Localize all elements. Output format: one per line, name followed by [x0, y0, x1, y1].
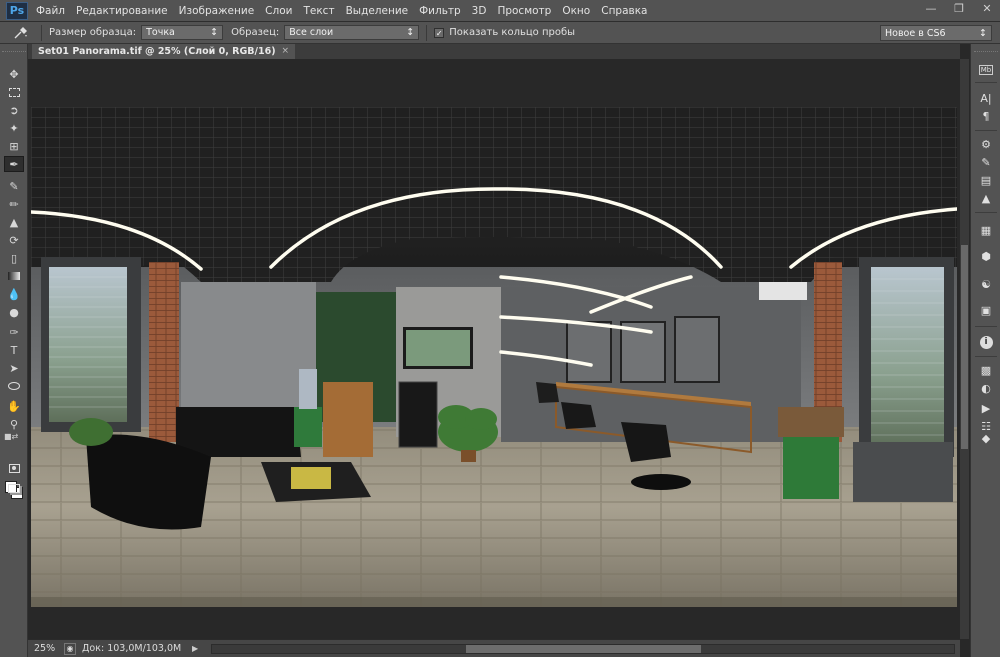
sample-size-label: Размер образца:	[49, 27, 137, 38]
sample-size-value: Точка	[146, 27, 175, 38]
hand-icon[interactable]: ✋	[4, 398, 24, 414]
properties-icon[interactable]: ▣	[977, 302, 995, 318]
options-bar: Размер образца: Точка ↕ Образец: Все сло…	[0, 22, 1000, 44]
clone-source-icon[interactable]: ▲	[977, 190, 995, 206]
divider	[41, 24, 42, 41]
dodge-icon[interactable]: ●	[4, 304, 24, 320]
menu-type[interactable]: Текст	[303, 5, 334, 17]
sample-value: Все слои	[289, 27, 334, 38]
chevron-updown-icon: ↕	[406, 27, 415, 38]
divider	[975, 82, 997, 83]
menu-view[interactable]: Просмотр	[497, 5, 551, 17]
close-tab-icon[interactable]: ×	[282, 44, 290, 59]
screen-mode-icon[interactable]	[4, 480, 24, 496]
default-colors-icon[interactable]: ■⇄	[4, 432, 18, 441]
chevron-updown-icon: ↕	[210, 27, 219, 38]
zoom-icon[interactable]: ⚲	[4, 416, 24, 432]
show-ring-checkbox[interactable]: ✓	[434, 27, 445, 38]
menu-select[interactable]: Выделение	[346, 5, 409, 17]
layers-icon[interactable]: ◆	[977, 430, 995, 446]
document-size: Док: 103,0M/103,0M	[82, 643, 182, 654]
horizontal-scrollbar-thumb[interactable]	[466, 645, 701, 653]
tool-preset-picker[interactable]	[8, 25, 34, 41]
ellipse-icon[interactable]	[4, 378, 24, 394]
3d-materials-icon[interactable]: ⬢	[977, 248, 995, 264]
menu-image[interactable]: Изображение	[179, 5, 255, 17]
clone-stamp-icon[interactable]: ▲	[4, 214, 24, 230]
quick-mask-icon[interactable]	[4, 460, 24, 476]
dock-grip[interactable]	[974, 46, 998, 52]
path-selection-icon[interactable]: ➤	[4, 360, 24, 376]
blur-icon[interactable]: 💧	[4, 286, 24, 302]
divider	[975, 326, 997, 327]
healing-brush-icon[interactable]: ✎	[4, 178, 24, 194]
divider	[975, 130, 997, 131]
status-bar: 25% ◉ Док: 103,0M/103,0M ▶	[28, 639, 960, 657]
adjustments-icon[interactable]: ⚙	[977, 136, 995, 152]
move-icon[interactable]: ✥	[4, 66, 24, 82]
divider	[975, 212, 997, 213]
menu-file[interactable]: Файл	[36, 5, 65, 17]
gradient-icon[interactable]	[4, 268, 24, 284]
workspace-value: Новое в CS6	[885, 27, 946, 39]
chevron-updown-icon: ↕	[979, 27, 987, 39]
zoom-level[interactable]: 25%	[28, 643, 58, 654]
photoshop-logo[interactable]: Ps	[6, 1, 28, 20]
menu-help[interactable]: Справка	[601, 5, 647, 17]
brush-presets-icon[interactable]: ✎	[977, 154, 995, 170]
divider	[975, 356, 997, 357]
proof-setup-icon[interactable]: ◉	[64, 642, 76, 655]
paragraph-icon[interactable]: ¶	[977, 108, 995, 124]
brush-icon[interactable]: ✏	[4, 196, 24, 212]
panorama-image[interactable]	[31, 107, 957, 607]
toolbox: ✥ ➲ ✦ ⊞ ✒ ✎ ✏ ▲ ⟳ ▯ 💧 ● ✑ T ➤ ✋ ⚲ ■⇄	[0, 44, 28, 657]
pen-icon[interactable]: ✑	[4, 324, 24, 340]
sample-label: Образец:	[231, 27, 280, 38]
minimize-icon[interactable]: —	[924, 2, 938, 16]
actions-icon[interactable]: ▶	[977, 400, 995, 416]
document-tab-bar: Set01 Panorama.tif @ 25% (Слой 0, RGB/16…	[28, 44, 960, 59]
crop-icon[interactable]: ⊞	[4, 138, 24, 154]
menu-3d[interactable]: 3D	[472, 5, 487, 17]
histogram-icon[interactable]: ▩	[977, 362, 995, 378]
character-icon[interactable]: A|	[977, 90, 995, 106]
menu-edit[interactable]: Редактирование	[76, 5, 168, 17]
sample-select[interactable]: Все слои ↕	[284, 25, 420, 40]
workspace-select[interactable]: Новое в CS6 ↕	[880, 25, 992, 41]
panorama-photo	[31, 107, 957, 607]
eraser-icon[interactable]: ▯	[4, 250, 24, 266]
lasso-icon[interactable]: ➲	[4, 102, 24, 118]
divider	[426, 24, 428, 41]
info-icon[interactable]: i	[977, 334, 995, 350]
status-menu-arrow[interactable]: ▶	[192, 644, 198, 653]
close-icon[interactable]: ✕	[980, 2, 994, 16]
tool-presets-icon[interactable]: ☯	[977, 276, 995, 292]
navigator-icon[interactable]: ◐	[977, 380, 995, 396]
show-ring-label: Показать кольцо пробы	[449, 27, 576, 38]
3d-icon[interactable]: ▦	[977, 222, 995, 238]
horizontal-scrollbar[interactable]	[211, 644, 955, 654]
mini-bridge-icon[interactable]: Mb	[977, 62, 995, 78]
restore-icon[interactable]: ❐	[952, 2, 966, 16]
vertical-scrollbar-thumb[interactable]	[961, 245, 968, 449]
sample-size-select[interactable]: Точка ↕	[141, 25, 224, 40]
document-tab[interactable]: Set01 Panorama.tif @ 25% (Слой 0, RGB/16…	[32, 44, 296, 59]
toolbox-grip[interactable]	[2, 46, 26, 52]
canvas-area[interactable]	[28, 59, 960, 639]
magic-wand-icon[interactable]: ✦	[4, 120, 24, 136]
menu-window[interactable]: Окно	[562, 5, 590, 17]
vertical-scrollbar[interactable]	[960, 59, 969, 639]
eyedropper-icon[interactable]: ✒	[4, 156, 24, 172]
eyedropper-icon	[14, 26, 27, 38]
brushes-icon[interactable]: ▤	[977, 172, 995, 188]
menu-bar: Ps Файл Редактирование Изображение Слои …	[0, 0, 1000, 22]
panel-dock: Mb A| ¶ ⚙ ✎ ▤ ▲ ▦ ⬢ ☯ ▣ i ▩ ◐ ▶ ☷ ◆	[970, 44, 1000, 657]
marquee-icon[interactable]	[4, 84, 24, 100]
type-icon[interactable]: T	[4, 342, 24, 358]
menu-filter[interactable]: Фильтр	[419, 5, 461, 17]
menu-layer[interactable]: Слои	[265, 5, 292, 17]
document-tab-title: Set01 Panorama.tif @ 25% (Слой 0, RGB/16…	[38, 46, 276, 57]
history-brush-icon[interactable]: ⟳	[4, 232, 24, 248]
